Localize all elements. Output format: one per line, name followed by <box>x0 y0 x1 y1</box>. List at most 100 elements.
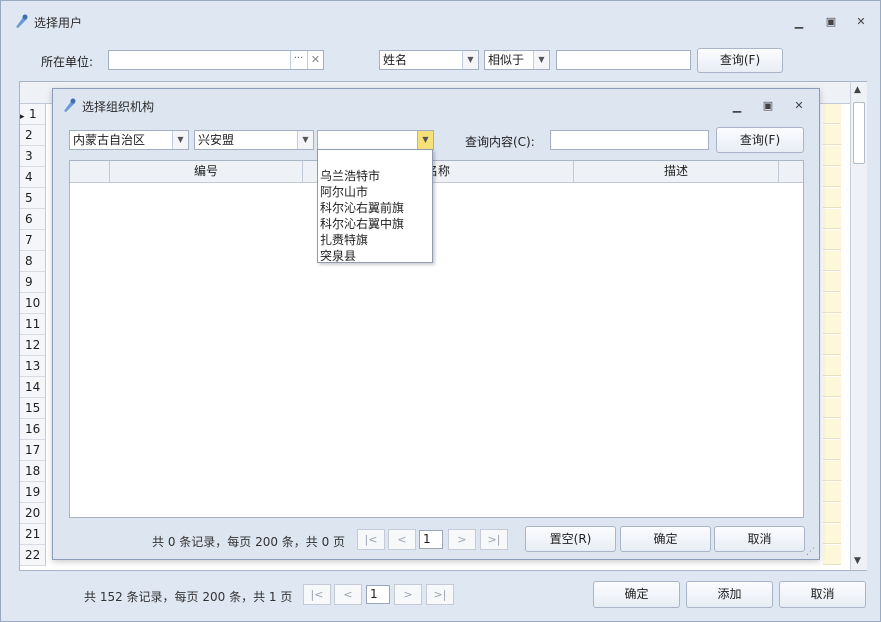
grid-cell[interactable] <box>823 419 841 439</box>
dialog-first-page-button[interactable]: |< <box>357 529 385 550</box>
column-header-description[interactable]: 描述 <box>574 161 779 182</box>
grid-cell[interactable] <box>823 293 841 313</box>
dialog-close-icon[interactable]: ✕ <box>791 99 807 113</box>
row-number[interactable]: 16 <box>20 419 46 440</box>
row-number[interactable]: 20 <box>20 503 46 524</box>
row-number[interactable]: 9 <box>20 272 46 293</box>
dialog-confirm-button[interactable]: 确定 <box>620 526 711 552</box>
dialog-prev-page-button[interactable]: < <box>388 529 416 550</box>
close-icon[interactable]: ✕ <box>853 15 869 29</box>
column-header-code[interactable]: 编号 <box>110 161 303 182</box>
row-number[interactable]: 10 <box>20 293 46 314</box>
row-number[interactable]: 11 <box>20 314 46 335</box>
next-page-button[interactable]: > <box>394 584 422 605</box>
grid-cell[interactable] <box>823 230 841 250</box>
grid-cell[interactable] <box>823 167 841 187</box>
grid-cell[interactable] <box>823 188 841 208</box>
grid-cell[interactable] <box>823 503 841 523</box>
row-number[interactable]: 18 <box>20 461 46 482</box>
grid-cell[interactable] <box>823 398 841 418</box>
dropdown-option[interactable]: 科尔沁右翼中旗 <box>318 216 432 232</box>
dialog-cancel-button[interactable]: 取消 <box>714 526 805 552</box>
row-number[interactable]: 17 <box>20 440 46 461</box>
grid-cell[interactable] <box>823 440 841 460</box>
dialog-last-page-button[interactable]: >| <box>480 529 508 550</box>
dialog-minimize-icon[interactable]: ▁ <box>729 100 745 114</box>
main-pager-info: 共 152 条记录，每页 200 条，共 1 页 <box>84 590 293 604</box>
clear-button[interactable]: 置空(R) <box>525 526 616 552</box>
dropdown-option[interactable]: 突泉县 <box>318 248 432 264</box>
query-content-input[interactable] <box>550 130 709 150</box>
chevron-down-icon[interactable]: ▼ <box>462 51 478 69</box>
operator-select-value: 相似于 <box>488 53 525 67</box>
row-number[interactable]: 8 <box>20 251 46 272</box>
dropdown-option[interactable]: 扎赉特旗 <box>318 232 432 248</box>
clear-icon[interactable]: ✕ <box>307 51 323 69</box>
grid-cell[interactable] <box>823 482 841 502</box>
page-input[interactable]: 1 <box>366 585 390 604</box>
row-number[interactable]: 2 <box>20 125 46 146</box>
grid-cell[interactable] <box>823 335 841 355</box>
minimize-icon[interactable]: ▁ <box>791 16 807 30</box>
scroll-thumb[interactable] <box>853 102 865 164</box>
confirm-button[interactable]: 确定 <box>593 581 680 608</box>
last-page-button[interactable]: >| <box>426 584 454 605</box>
query-button[interactable]: 查询(F) <box>697 48 783 73</box>
chevron-down-icon[interactable]: ▼ <box>297 131 313 149</box>
resize-grip-icon[interactable]: ⋰ <box>806 547 815 557</box>
unit-input[interactable]: ··· ✕ <box>108 50 324 70</box>
row-number[interactable]: 4 <box>20 167 46 188</box>
row-number[interactable]: 22 <box>20 545 46 566</box>
scroll-down-icon[interactable]: ▼ <box>854 556 861 566</box>
dropdown-option[interactable]: 阿尔山市 <box>318 184 432 200</box>
add-button[interactable]: 添加 <box>686 581 773 608</box>
county-dropdown-list: 乌兰浩特市 阿尔山市 科尔沁右翼前旗 科尔沁右翼中旗 扎赉特旗 突泉县 <box>317 149 433 263</box>
row-number[interactable]: 15 <box>20 398 46 419</box>
scroll-up-icon[interactable]: ▲ <box>854 85 861 95</box>
chevron-down-icon[interactable]: ▼ <box>417 131 433 149</box>
grid-cell[interactable] <box>823 251 841 271</box>
dialog-maximize-icon[interactable]: ▣ <box>760 99 776 113</box>
row-number[interactable]: 3 <box>20 146 46 167</box>
row-number[interactable]: 6 <box>20 209 46 230</box>
county-select[interactable]: ▼ <box>317 130 434 150</box>
maximize-icon[interactable]: ▣ <box>823 15 839 29</box>
dialog-page-input[interactable]: 1 <box>419 530 443 549</box>
row-number[interactable]: 13 <box>20 356 46 377</box>
cancel-button[interactable]: 取消 <box>779 581 866 608</box>
field-select[interactable]: 姓名 ▼ <box>379 50 479 70</box>
chevron-down-icon[interactable]: ▼ <box>533 51 549 69</box>
grid-cell[interactable] <box>823 104 841 124</box>
prev-page-button[interactable]: < <box>334 584 362 605</box>
ellipsis-button[interactable]: ··· <box>290 51 306 69</box>
grid-cell[interactable] <box>823 545 841 565</box>
grid-cell[interactable] <box>823 125 841 145</box>
vertical-scrollbar[interactable]: ▲ ▼ <box>850 82 867 570</box>
row-number[interactable]: 12 <box>20 335 46 356</box>
grid-cell[interactable] <box>823 356 841 376</box>
grid-cell[interactable] <box>823 377 841 397</box>
league-select[interactable]: 兴安盟 ▼ <box>194 130 314 150</box>
dialog-query-button[interactable]: 查询(F) <box>716 127 804 153</box>
row-number[interactable]: 21 <box>20 524 46 545</box>
row-number[interactable]: 7 <box>20 230 46 251</box>
row-number[interactable]: 19 <box>20 482 46 503</box>
dropdown-option[interactable]: 科尔沁右翼前旗 <box>318 200 432 216</box>
row-number[interactable]: 5 <box>20 188 46 209</box>
row-number[interactable]: 14 <box>20 377 46 398</box>
grid-cell[interactable] <box>823 524 841 544</box>
operator-select[interactable]: 相似于 ▼ <box>484 50 550 70</box>
grid-cell[interactable] <box>823 272 841 292</box>
province-select[interactable]: 内蒙古自治区 ▼ <box>69 130 189 150</box>
dialog-next-page-button[interactable]: > <box>448 529 476 550</box>
dropdown-option[interactable]: 乌兰浩特市 <box>318 168 432 184</box>
search-input[interactable] <box>556 50 691 70</box>
grid-cell[interactable] <box>823 146 841 166</box>
grid-cell[interactable] <box>823 461 841 481</box>
grid-cell[interactable] <box>823 209 841 229</box>
dialog-pager-info: 共 0 条记录，每页 200 条，共 0 页 <box>152 535 346 549</box>
first-page-button[interactable]: |< <box>303 584 331 605</box>
grid-cell[interactable] <box>823 314 841 334</box>
chevron-down-icon[interactable]: ▼ <box>172 131 188 149</box>
row-number[interactable]: 1 ▸ <box>20 104 46 125</box>
